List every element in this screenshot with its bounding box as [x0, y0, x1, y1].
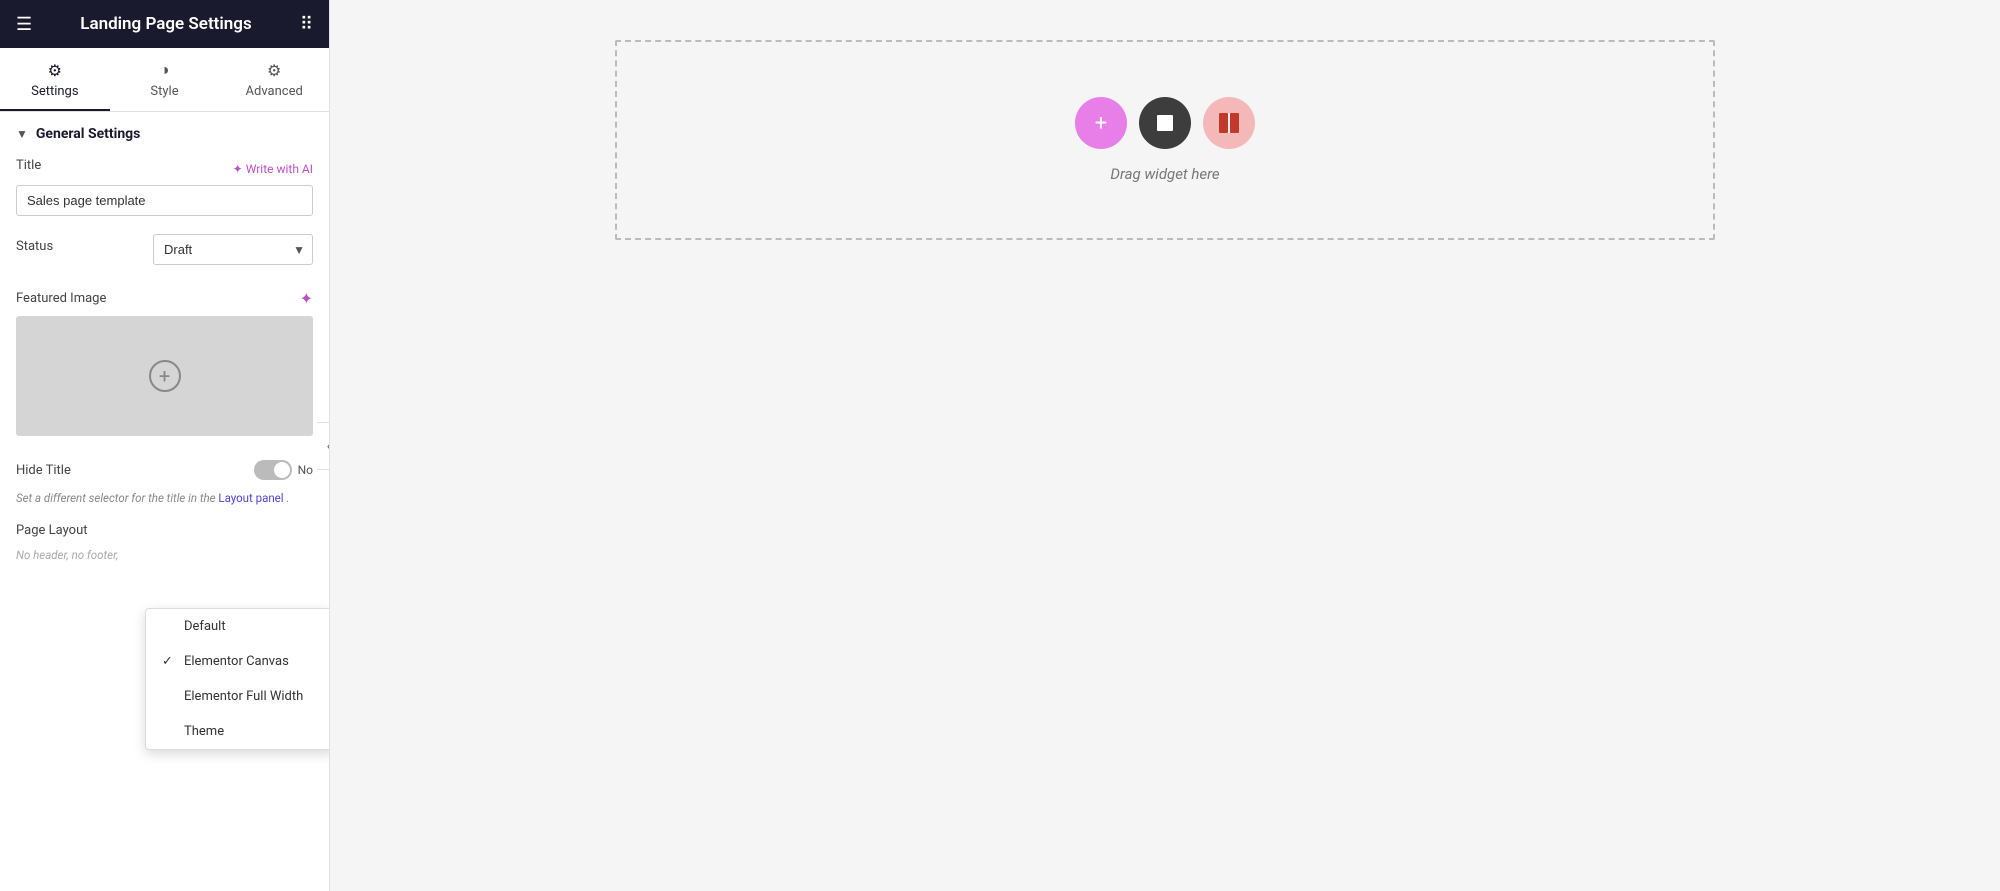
- check-elementor-canvas: ✓: [162, 654, 176, 669]
- tabs-bar: ⚙ Settings ◑ Style ⚙ Advanced: [0, 48, 329, 112]
- upload-plus-icon: +: [149, 360, 181, 392]
- featured-image-label: Featured Image: [16, 291, 106, 306]
- sidebar-title: Landing Page Settings: [80, 14, 251, 34]
- title-field-row: Title ✦ Write with AI: [16, 158, 313, 179]
- section-collapse-icon[interactable]: ▼: [16, 127, 28, 141]
- title-label: Title: [16, 158, 41, 173]
- sidebar-header: ☰ Landing Page Settings ⠿: [0, 0, 329, 48]
- featured-image-ai-icon[interactable]: ✦: [300, 289, 313, 308]
- check-default: [162, 619, 176, 634]
- drag-widget-text: Drag widget here: [1110, 165, 1219, 183]
- sidebar-collapse-handle[interactable]: ‹: [317, 422, 330, 470]
- image-upload-area[interactable]: +: [16, 316, 313, 436]
- tab-advanced[interactable]: ⚙ Advanced: [219, 48, 329, 111]
- tab-advanced-label: Advanced: [246, 84, 303, 99]
- style-tab-icon: ◑: [160, 60, 170, 80]
- toggle-knob: [274, 462, 290, 478]
- main-canvas: + Drag widget here: [330, 0, 2000, 891]
- dropdown-item-elementor-full-width[interactable]: Elementor Full Width: [146, 679, 329, 714]
- tab-settings[interactable]: ⚙ Settings: [0, 48, 110, 111]
- featured-image-header: Featured Image ✦: [0, 283, 329, 316]
- hamburger-icon[interactable]: ☰: [16, 14, 32, 35]
- page-layout-label: Page Layout: [16, 523, 116, 538]
- widget-icons-row: +: [1075, 97, 1255, 149]
- write-with-ai-button[interactable]: ✦ Write with AI: [233, 162, 313, 176]
- layout-panel-link[interactable]: Layout panel: [218, 491, 283, 505]
- helper-text: Set a different selector for the title i…: [0, 490, 329, 517]
- status-field-row: Status Draft Published Private ▼: [16, 234, 313, 265]
- dropdown-item-theme[interactable]: Theme: [146, 714, 329, 749]
- title-field-group: Title ✦ Write with AI: [0, 152, 329, 228]
- dropdown-label-theme: Theme: [184, 724, 224, 739]
- page-layout-row: Page Layout: [0, 517, 329, 544]
- hide-title-row: Hide Title No: [0, 450, 329, 490]
- sidebar-content: ▼ General Settings Title ✦ Write with AI…: [0, 112, 329, 891]
- advanced-tab-icon: ⚙: [267, 61, 281, 80]
- status-label: Status: [16, 239, 53, 254]
- hide-title-toggle[interactable]: No: [254, 460, 313, 480]
- no-header-text: No header, no footer,: [0, 544, 329, 566]
- status-field-group: Status Draft Published Private ▼: [0, 228, 329, 283]
- widget-icon-news[interactable]: [1203, 97, 1255, 149]
- status-select-wrapper: Draft Published Private ▼: [153, 234, 313, 265]
- no-header-label: No header, no footer,: [16, 548, 118, 562]
- tab-style[interactable]: ◑ Style: [110, 48, 220, 111]
- add-widget-button[interactable]: +: [1075, 97, 1127, 149]
- hide-title-label: Hide Title: [16, 463, 71, 478]
- section-label: General Settings: [36, 126, 141, 142]
- tab-settings-label: Settings: [31, 84, 78, 99]
- dropdown-item-elementor-canvas[interactable]: ✓ Elementor Canvas: [146, 644, 329, 679]
- helper-text-prefix: Set a different selector for the title i…: [16, 491, 216, 505]
- collapse-chevron-icon: ‹: [327, 439, 330, 453]
- tab-style-label: Style: [150, 84, 178, 99]
- dropdown-label-elementor-canvas: Elementor Canvas: [184, 654, 289, 669]
- general-settings-section: ▼ General Settings: [0, 112, 329, 152]
- toggle-no-label: No: [298, 463, 313, 477]
- dropdown-label-default: Default: [184, 619, 226, 634]
- sidebar: ☰ Landing Page Settings ⠿ ⚙ Settings ◑ S…: [0, 0, 330, 891]
- dropdown-item-default[interactable]: Default: [146, 609, 329, 644]
- status-select[interactable]: Draft Published Private: [153, 234, 313, 265]
- title-input[interactable]: [16, 185, 313, 216]
- settings-tab-icon: ⚙: [48, 61, 62, 80]
- canvas-drop-area[interactable]: + Drag widget here: [615, 40, 1715, 240]
- toggle-track[interactable]: [254, 460, 292, 480]
- check-theme: [162, 724, 176, 739]
- check-elementor-full-width: [162, 689, 176, 704]
- widget-icon-dark[interactable]: [1139, 97, 1191, 149]
- helper-text-suffix: .: [286, 491, 289, 505]
- grid-icon[interactable]: ⠿: [300, 14, 313, 35]
- page-layout-dropdown: Default ✓ Elementor Canvas Elementor Ful…: [145, 608, 329, 750]
- dropdown-label-elementor-full-width: Elementor Full Width: [184, 689, 303, 704]
